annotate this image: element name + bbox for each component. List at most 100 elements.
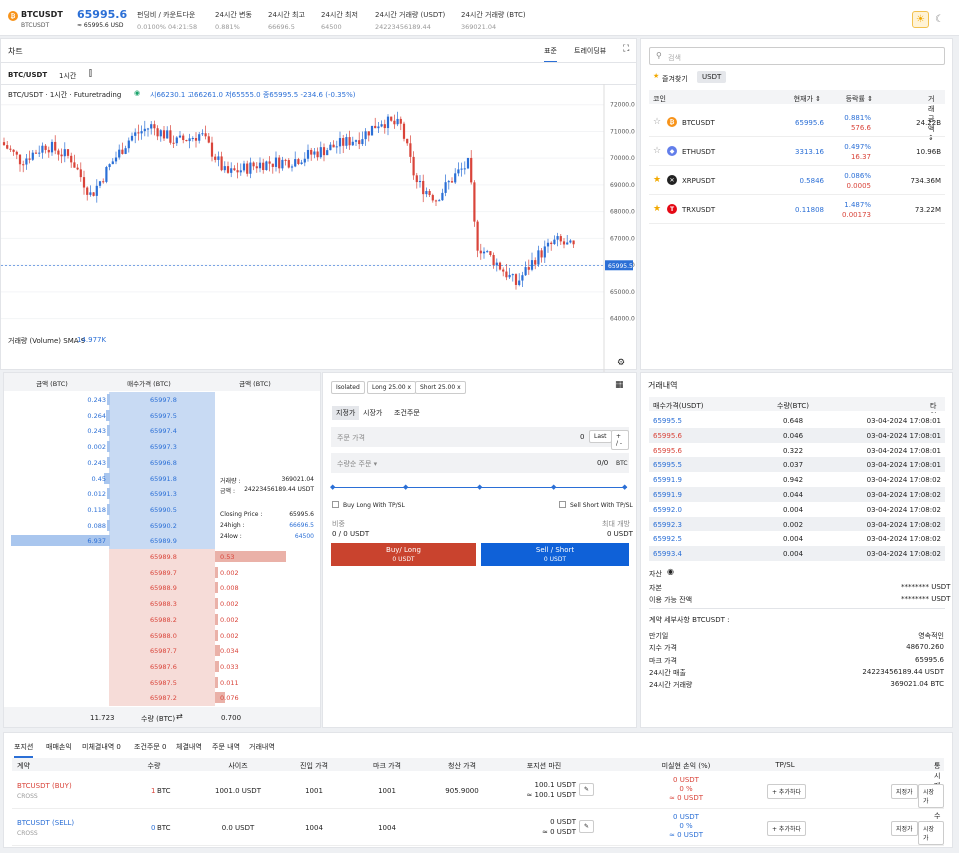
ask-row[interactable]: 65987.7 0.034 [4, 643, 322, 659]
plus-minus-button[interactable]: + / - [611, 430, 629, 450]
interval-selector[interactable]: 1시간 [59, 71, 76, 81]
bid-amount: 0.243 [87, 427, 106, 436]
position-tab-1[interactable]: 매매손익 [46, 742, 72, 752]
market-col-header[interactable]: 현재가 ⇕ [794, 94, 821, 104]
market-col-header[interactable]: 등락률 ⇕ [846, 94, 873, 104]
sell-short-button[interactable]: Sell / Short 0 USDT [481, 543, 629, 566]
candle-body [194, 138, 198, 141]
quantity-slider[interactable]: ◆ ◆ ◆ ◆ ◆ [330, 483, 627, 493]
bid-row[interactable]: 0.45 65991.8 [4, 471, 322, 487]
tab-tradingview[interactable]: 트레이딩뷰 [574, 46, 606, 56]
light-mode-toggle[interactable]: ☀ [912, 11, 929, 28]
equity-label: 자본 [649, 584, 662, 592]
candle-type-icon[interactable]: ⫿ [89, 69, 92, 79]
usdt-tab[interactable]: USDT [697, 71, 727, 83]
long-leverage-tag[interactable]: Long 25.00 x [367, 381, 417, 394]
position-tab-2[interactable]: 미체결내역 0 [82, 742, 121, 752]
candle-body [102, 181, 105, 183]
tab-market[interactable]: 시장가 [363, 408, 382, 418]
favorite-star-icon[interactable]: ★ [653, 175, 661, 185]
position-tab-0[interactable]: 포지션 [14, 742, 34, 758]
edit-margin-icon[interactable]: ✎ [579, 783, 595, 796]
close-market-button[interactable]: 시장가 [918, 784, 944, 808]
market-row[interactable]: ☆ ₿ BTCUSDT 65995.6 0.881% 576.6 24.22B [649, 108, 945, 137]
trade-row: 65993.4 0.004 03-04-2024 17:08:02 [649, 546, 945, 561]
position-contract[interactable]: BTCUSDT (SELL) [17, 819, 74, 827]
chart-symbol[interactable]: BTC/USDT [8, 71, 47, 79]
calculator-icon[interactable]: ▦ [615, 380, 624, 390]
tab-conditional[interactable]: 조건주문 [394, 408, 420, 418]
buy-long-button[interactable]: Buy/ Long 0 USDT [331, 543, 476, 566]
favorite-star-icon[interactable]: ★ [653, 204, 661, 214]
bid-row[interactable]: 0.243 65996.8 [4, 455, 322, 471]
position-tab-5[interactable]: 주문 내역 [212, 742, 240, 752]
search-box[interactable]: ⚲ 검색 [649, 47, 945, 65]
bid-row[interactable]: 0.118 65990.5 [4, 502, 322, 518]
coin-logo-icon: ₿ [667, 117, 677, 127]
trade-qty: 0.037 [782, 461, 804, 470]
tab-limit[interactable]: 지정가 [332, 406, 360, 420]
ask-price: 65989.8 [150, 553, 177, 561]
candle-body [191, 138, 194, 140]
ask-row[interactable]: 65987.5 0.011 [4, 675, 322, 691]
bid-row[interactable]: 0.264 65997.5 [4, 408, 322, 424]
position-e: 1004 [305, 824, 323, 832]
bid-price: 65997.3 [150, 443, 177, 452]
ask-row[interactable]: 65988.2 0.002 [4, 612, 322, 628]
ask-row[interactable]: 65989.7 0.002 [4, 565, 322, 581]
position-tab-6[interactable]: 거래내역 [249, 742, 275, 752]
position-tab-4[interactable]: 체결내역 [176, 742, 202, 752]
market-row[interactable]: ★ ✕ XRPUSDT 0.5846 0.086% 0.0005 734.36M [649, 166, 945, 195]
swap-icon[interactable]: ⇄ [176, 712, 183, 721]
market-row[interactable]: ☆ ◆ ETHUSDT 3313.16 0.497% 16.37 10.96B [649, 137, 945, 166]
favorite-star-icon[interactable]: ☆ [653, 146, 661, 156]
candle-body [182, 135, 185, 141]
sell-tpsl-checkbox[interactable] [559, 501, 566, 508]
favorites-tab[interactable]: 즐겨찾기 [662, 74, 688, 84]
position-contract[interactable]: BTCUSDT (BUY) [17, 782, 72, 790]
close-market-button[interactable]: 시장가 [918, 821, 944, 845]
trade-qty: 0.046 [782, 431, 804, 440]
ask-row[interactable]: 65988.9 0.008 [4, 580, 322, 596]
last-price-button[interactable]: Last [589, 430, 612, 443]
favorite-star-icon[interactable]: ☆ [653, 117, 661, 127]
market-pct: 0.881% [844, 114, 871, 122]
bid-price: 65990.5 [150, 505, 177, 514]
fullscreen-icon[interactable]: ⛶ [623, 44, 629, 54]
search-icon: ⚲ [656, 51, 662, 60]
short-leverage-tag[interactable]: Short 25.00 x [415, 381, 466, 394]
bid-row[interactable]: 6.937 65989.9 [4, 533, 322, 549]
header-stat-value: 369021.04 [461, 23, 497, 31]
eye-icon[interactable]: ◉ [667, 567, 674, 576]
ask-row[interactable]: 65987.2 0.076 [4, 690, 322, 706]
header-stat-label: 24시간 거래량 (USDT) [375, 11, 446, 19]
close-limit-button[interactable]: 지정가 [891, 784, 918, 799]
candle-body [338, 138, 342, 147]
candle-body [342, 138, 345, 146]
price-input[interactable]: 주문 가격 0 Last + / - [331, 427, 629, 450]
chart-settings-icon[interactable]: ⚙ [617, 358, 625, 368]
ask-row[interactable]: 65987.6 0.033 [4, 659, 322, 675]
bid-row[interactable]: 0.243 65997.8 [4, 392, 322, 408]
dark-mode-icon[interactable]: ☾ [932, 11, 947, 28]
bid-row[interactable]: 0.243 65997.4 [4, 423, 322, 439]
bid-row[interactable]: 0.002 65997.3 [4, 439, 322, 455]
add-tpsl-button[interactable]: + 추가하다 [767, 821, 807, 836]
ask-row[interactable]: 65988.0 0.002 [4, 628, 322, 644]
ask-row[interactable]: 65989.8 0.53 [4, 549, 322, 565]
market-row[interactable]: ★ T TRXUSDT 0.11808 1.487% 0.00173 73.22M [649, 195, 945, 224]
ask-row[interactable]: 65988.3 0.002 [4, 596, 322, 612]
quantity-label[interactable]: 수량순 주문 ▾ [337, 459, 377, 469]
position-tab-3[interactable]: 조건주문 0 [134, 742, 166, 752]
market-col-header[interactable]: 코인 [653, 94, 666, 104]
buy-tpsl-checkbox[interactable] [332, 501, 339, 508]
margin-mode-tag[interactable]: Isolated [331, 381, 365, 394]
tab-standard[interactable]: 표준 [544, 46, 557, 63]
candlestick-chart[interactable]: 72000.0 71000.0 70000.0 69000.0 68000.0 67000… [1, 84, 636, 374]
bid-row[interactable]: 0.088 65990.2 [4, 518, 322, 534]
quantity-input[interactable]: 수량순 주문 ▾ 0/0 BTC [331, 453, 629, 473]
close-limit-button[interactable]: 지정가 [891, 821, 918, 836]
edit-margin-icon[interactable]: ✎ [579, 820, 595, 833]
add-tpsl-button[interactable]: + 추가하다 [767, 784, 807, 799]
ob-foot-mid[interactable]: 수량 (BTC) [141, 714, 175, 724]
